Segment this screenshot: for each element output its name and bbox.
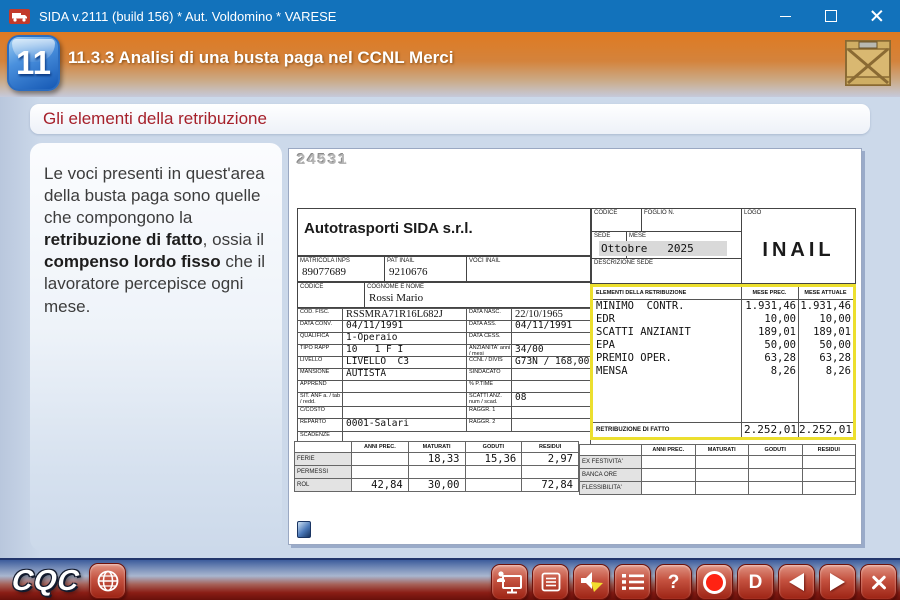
app-window: SIDA v.2111 (build 156) * Aut. Voldomino… <box>0 0 900 600</box>
chapter-badge: 11 <box>7 35 60 91</box>
matricola-value: 89077689 <box>298 265 384 278</box>
table-row: TIPO RAPP10 1 F I ANZIANITA' anni / mesi… <box>298 345 590 357</box>
chapter-number: 11 <box>16 44 51 82</box>
truck-icon <box>9 9 30 24</box>
employee-name: Rossi Mario <box>365 291 590 304</box>
lesson-title: 11.3.3 Analisi di una busta paga nel CCN… <box>68 48 453 68</box>
retribuzione-total-row: RETRIBUZIONE DI FATTO 2.252,01 2.252,01 <box>593 422 853 437</box>
screen-share-button[interactable] <box>491 564 528 600</box>
titlebar: SIDA v.2111 (build 156) * Aut. Voldomino… <box>0 0 900 32</box>
retribuzione-row: EDR10,0010,00 <box>593 313 853 326</box>
previous-button[interactable] <box>778 564 815 600</box>
close-icon <box>870 573 888 591</box>
retribuzione-row: EPA50,0050,00 <box>593 339 853 352</box>
table-row: SIT. ANF a. / tab / redd. SCATTI ANZ. nu… <box>298 393 590 407</box>
record-icon <box>703 571 726 594</box>
globe-icon <box>95 568 121 594</box>
globe-button[interactable] <box>89 563 126 599</box>
minimize-button[interactable] <box>762 0 808 32</box>
retribuzione-row: MINIMO CONTR.1.931,461.931,46 <box>593 300 853 313</box>
record-button[interactable] <box>696 564 733 600</box>
employee-row: CODICE COGNOME E NOMERossi Mario <box>297 282 591 308</box>
next-button[interactable] <box>819 564 856 600</box>
table-row: FLESSIBILITA' <box>580 482 855 495</box>
matricola-row: MATRICOLA INPS89077689 PAT INAIL9210676 … <box>297 256 591 282</box>
retribuzione-row: SCATTI ANZIANIT189,01189,01 <box>593 326 853 339</box>
mini-document-icon <box>297 521 311 538</box>
table-row: PERMESSI <box>295 466 578 479</box>
table-row: COD. FISC.RSSMRA71R16L682J DATA NASC.22/… <box>298 309 590 321</box>
section-title: Gli elementi della retribuzione <box>43 109 267 129</box>
table-row: LIVELLOLIVELLO C3 CCNL / DIVISG73N / 168… <box>298 357 590 369</box>
retribuzione-highlight-box: ELEMENTI DELLA RETRIBUZIONE MESE PREC. M… <box>590 284 856 440</box>
notes-button[interactable] <box>532 564 569 600</box>
detail-table: COD. FISC.RSSMRA71R16L682J DATA NASC.22/… <box>297 308 591 445</box>
payslip-head-right: CODICE FOGLIO N. SEDE MESE Ottobre 2025 … <box>591 208 856 284</box>
table-row: DATA CONV.04/11/1991 DATA ASS.04/11/1991 <box>298 321 590 333</box>
document-icon <box>540 571 562 593</box>
index-button[interactable] <box>614 564 651 600</box>
table-row: ROL 42,84 30,00 72,84 <box>295 479 578 492</box>
company-name: Autotrasporti SIDA s.r.l. <box>304 220 590 237</box>
company-box: Autotrasporti SIDA s.r.l. <box>297 208 591 256</box>
list-icon <box>621 572 645 592</box>
cqc-logo: CQC <box>10 565 81 598</box>
mese-value: Ottobre 2025 <box>599 241 727 256</box>
table-row: APPREND % P.TIME <box>298 381 590 393</box>
table-header-row: ANNI PREC. MATURATI GODUTI RESIDUI <box>295 442 578 453</box>
leave-table-right: ANNI PREC. MATURATI GODUTI RESIDUI EX FE… <box>579 444 856 495</box>
maximize-button[interactable] <box>808 0 854 32</box>
lesson-header: 11 11.3.3 Analisi di una busta paga nel … <box>0 32 900 97</box>
screen-person-icon <box>496 570 524 595</box>
footer-toolbar: CQC <box>0 558 900 600</box>
table-header-row: ANNI PREC. MATURATI GODUTI RESIDUI <box>580 445 855 456</box>
retribuzione-row: MENSA8,268,26 <box>593 365 853 378</box>
table-row: FERIE 18,33 15,36 2,97 <box>295 453 578 466</box>
speaker-icon <box>579 570 605 594</box>
section-header: Gli elementi della retribuzione <box>30 104 870 134</box>
arrow-right-icon <box>830 573 845 591</box>
help-button[interactable]: ? <box>655 564 692 600</box>
leave-table-left: ANNI PREC. MATURATI GODUTI RESIDUI FERIE… <box>294 441 579 492</box>
note-panel: Le voci presenti in quest'area della bus… <box>30 143 282 551</box>
table-row: EX FESTIVITA' <box>580 456 855 469</box>
question-mark-icon: ? <box>668 573 680 592</box>
inail-logo: INAIL <box>742 239 855 262</box>
table-row: MANSIONEAUTISTA SINDACATO <box>298 369 590 381</box>
letter-d-icon: D <box>749 573 763 592</box>
close-window-button[interactable] <box>854 0 900 32</box>
descrizione-sede-label: DESCRIZIONE SEDE <box>592 259 741 267</box>
dictionary-button[interactable]: D <box>737 564 774 600</box>
crate-icon <box>845 38 891 88</box>
codice-label: CODICE <box>592 209 641 217</box>
arrow-left-icon <box>789 573 804 591</box>
retribuzione-row: PREMIO OPER.63,2863,28 <box>593 352 853 365</box>
table-row: BANCA ORE <box>580 469 855 482</box>
pat-inail-value: 9210676 <box>385 265 466 278</box>
payslip-image: 24531 Autotrasporti SIDA s.r.l. CODICE F… <box>288 148 862 545</box>
audio-button[interactable] <box>573 564 610 600</box>
exit-button[interactable] <box>860 564 897 600</box>
table-row: REPARTO0001-Salari RAGGR. 2 <box>298 419 590 432</box>
footer-buttons: ? D <box>491 564 897 600</box>
foglio-label: FOGLIO N. <box>642 209 741 217</box>
note-text: Le voci presenti in quest'area della bus… <box>44 163 269 318</box>
table-row: C/COSTO RAGGR. 1 <box>298 407 590 419</box>
content-area: Gli elementi della retribuzione Le voci … <box>0 97 900 558</box>
table-row: QUALIFICA1-Operaio DATA CESS. <box>298 333 590 345</box>
sheet-number: 24531 <box>297 151 349 168</box>
mese-label: MESE <box>627 232 741 240</box>
sede-label: SEDE <box>592 232 626 240</box>
retribuzione-header: ELEMENTI DELLA RETRIBUZIONE MESE PREC. M… <box>593 287 853 300</box>
logo-label: LOGO <box>742 209 855 217</box>
window-title: SIDA v.2111 (build 156) * Aut. Voldomino… <box>39 9 762 24</box>
